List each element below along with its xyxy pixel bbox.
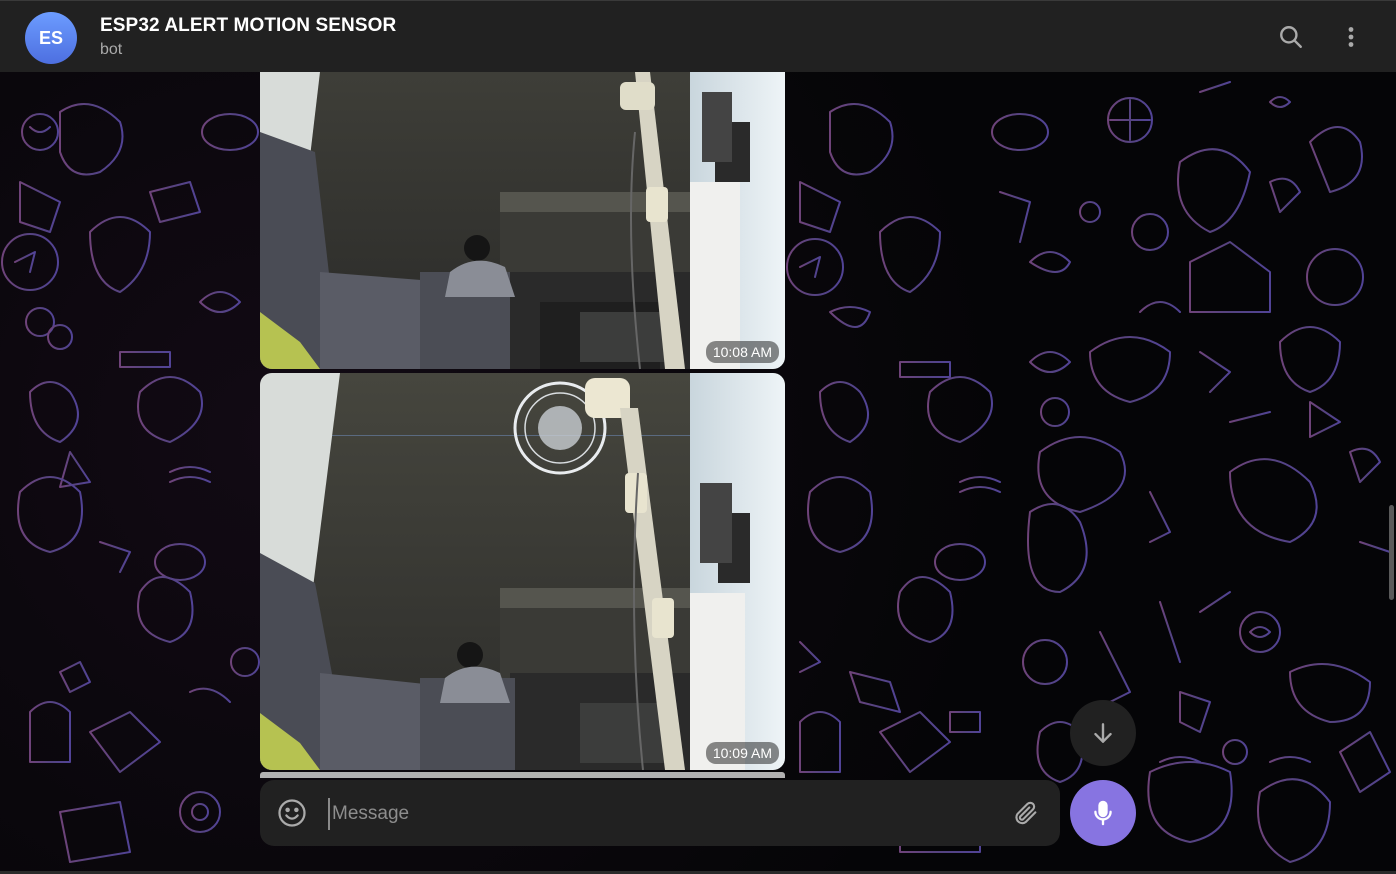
search-icon — [1280, 26, 1302, 48]
telegram-chat-window: ES ESP32 ALERT MOTION SENSOR bot 10:08 A… — [0, 0, 1396, 874]
message-input[interactable] — [328, 798, 994, 830]
emoji-button[interactable] — [276, 797, 308, 829]
scroll-to-bottom-button[interactable] — [1070, 700, 1136, 766]
avatar-initials: ES — [38, 27, 63, 48]
photo-message[interactable]: 10:08 AM — [260, 72, 785, 369]
message-time: 10:09 AM — [705, 742, 779, 764]
photo-image — [260, 72, 785, 369]
message-composer — [260, 780, 1060, 846]
chat-scrollbar[interactable] — [1389, 505, 1394, 600]
more-vertical-icon — [1348, 27, 1354, 47]
photo-message[interactable]: 10:09 AM — [260, 373, 785, 770]
paperclip-icon — [1015, 801, 1037, 825]
arrow-down-icon — [1094, 723, 1112, 743]
chat-title[interactable]: ESP32 ALERT MOTION SENSOR — [100, 15, 396, 37]
chat-header: ES ESP32 ALERT MOTION SENSOR bot — [0, 0, 1396, 72]
message-time: 10:08 AM — [705, 341, 779, 363]
microphone-icon — [1094, 800, 1112, 826]
next-message-edge — [260, 772, 785, 778]
photo-image — [260, 373, 785, 770]
attach-button[interactable] — [1010, 797, 1042, 829]
voice-message-button[interactable] — [1070, 780, 1136, 846]
chat-subtitle: bot — [100, 41, 123, 58]
more-options-button[interactable] — [1333, 19, 1369, 55]
avatar[interactable]: ES — [25, 12, 77, 64]
smile-icon — [278, 799, 306, 827]
search-button[interactable] — [1273, 19, 1309, 55]
